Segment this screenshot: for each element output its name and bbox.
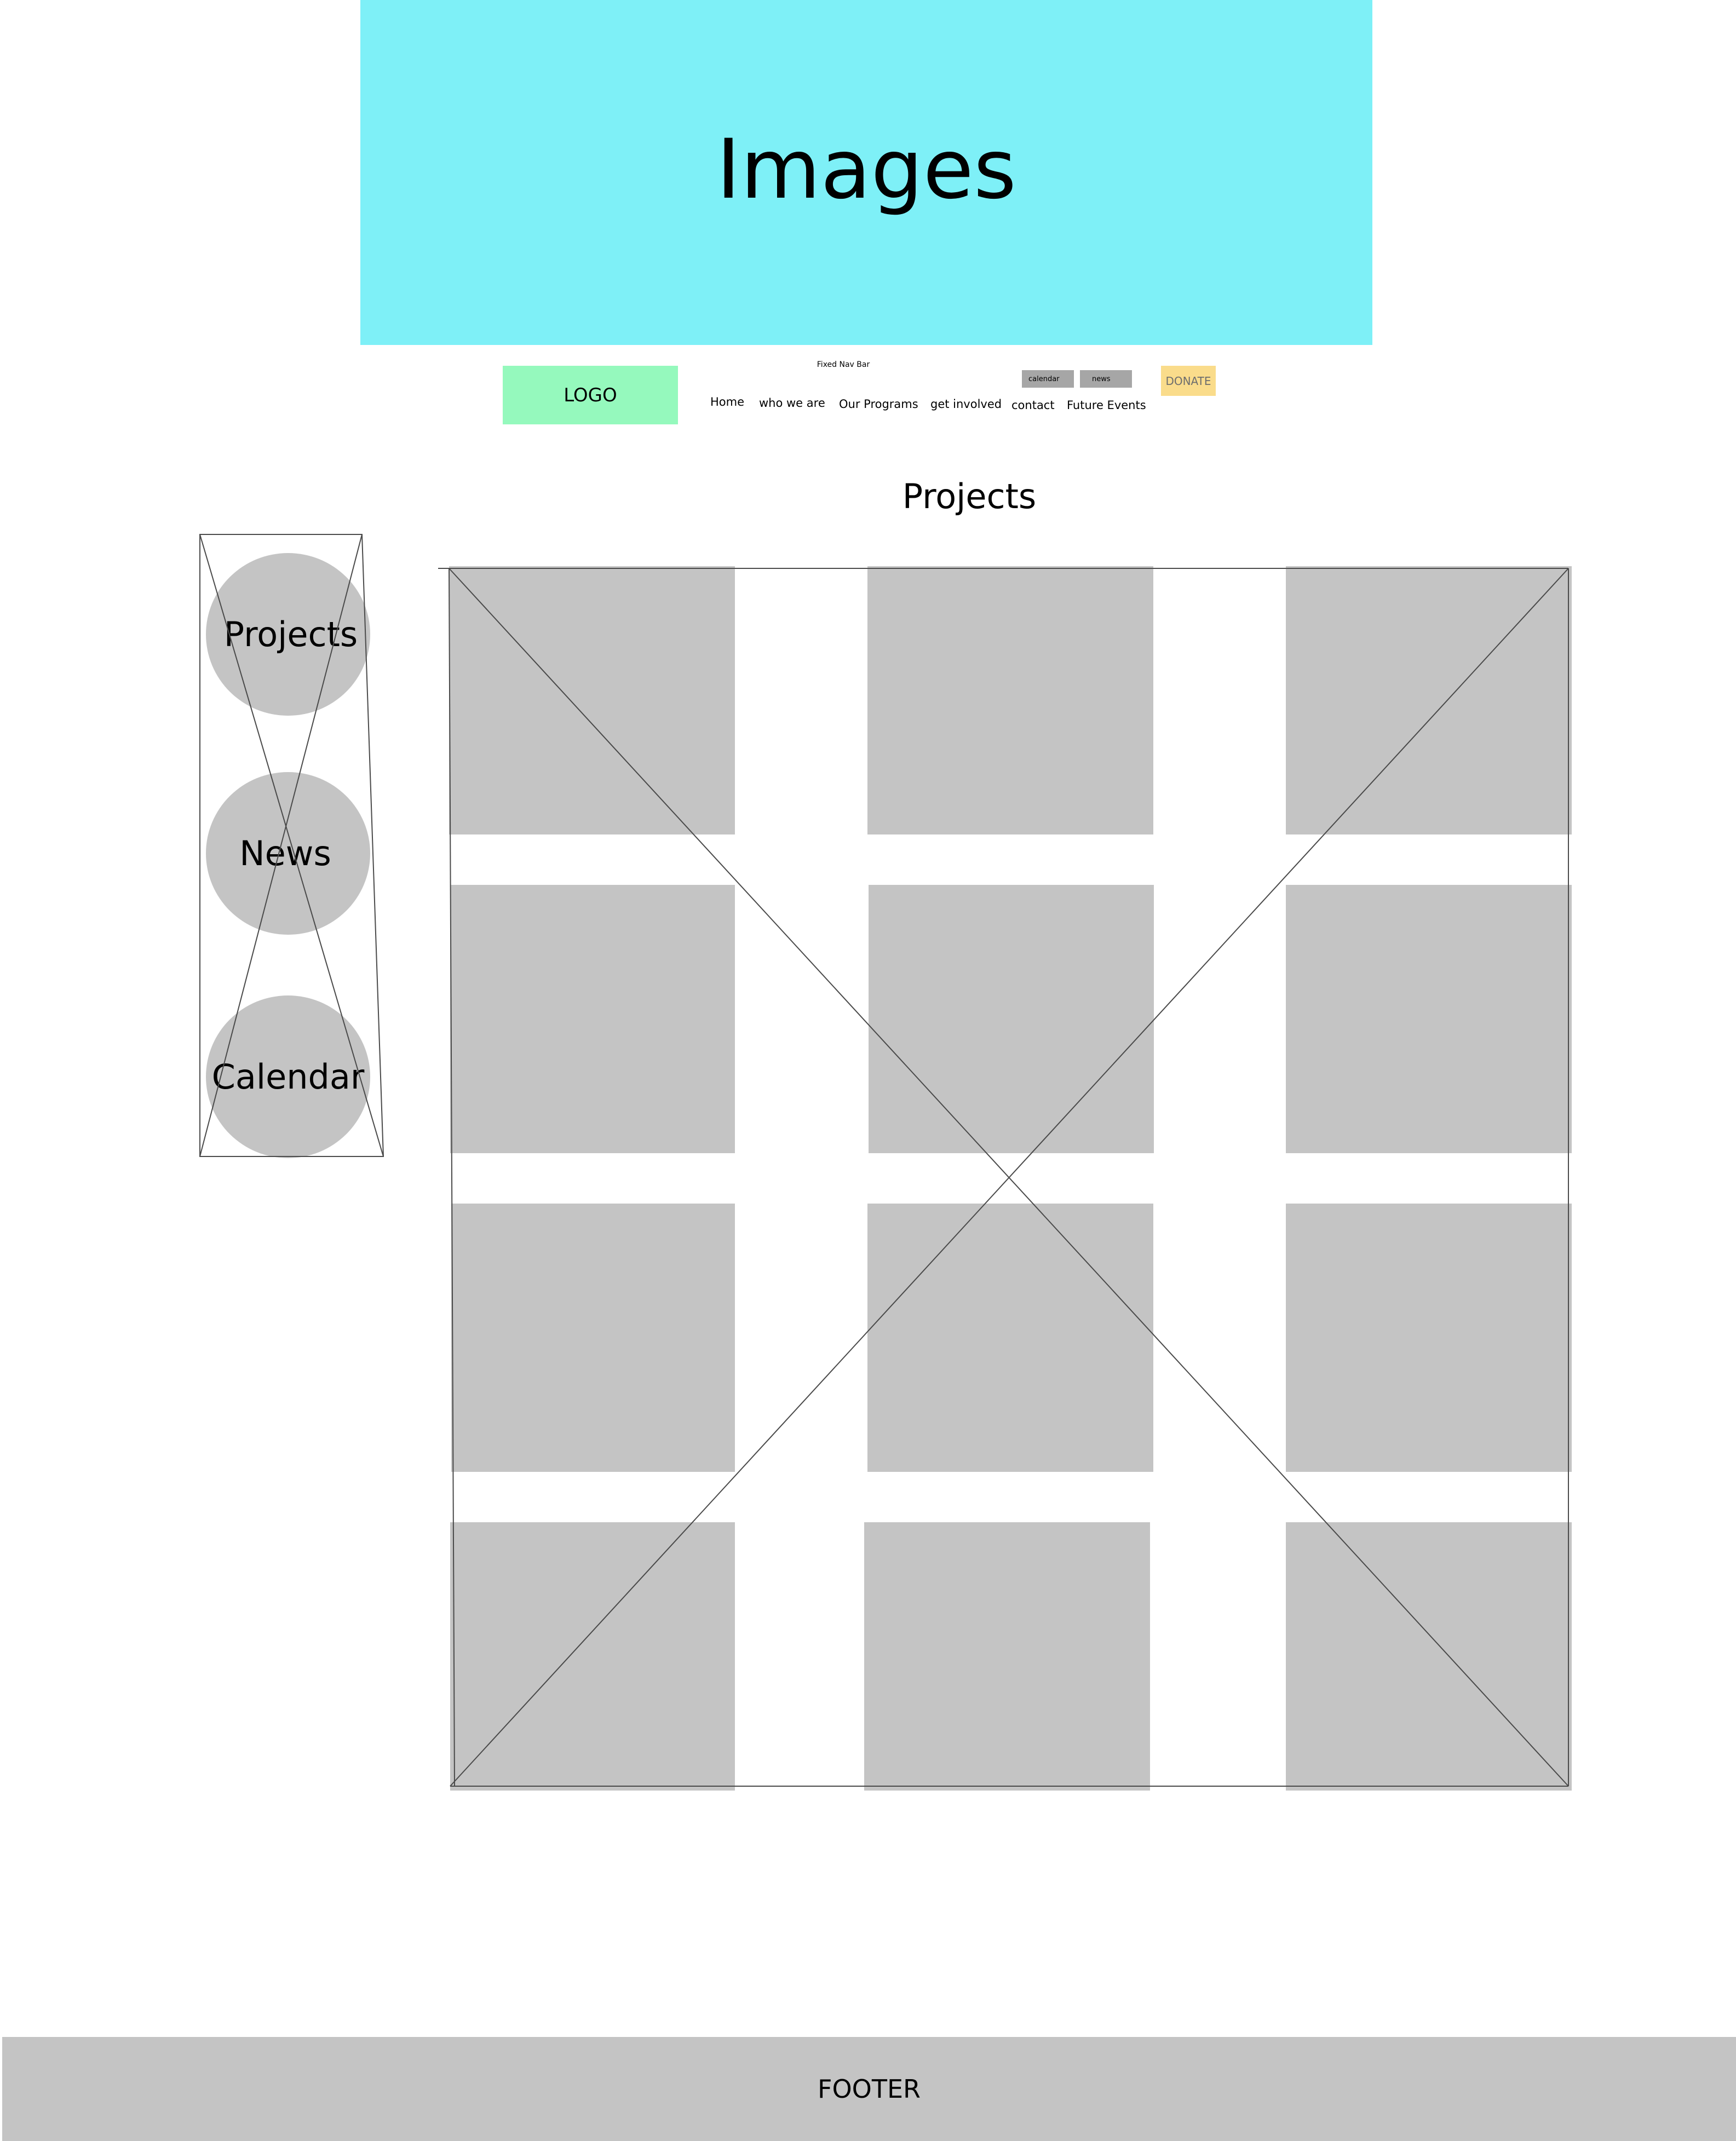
footer-label: FOOTER	[818, 2074, 921, 2104]
nav-bar-caption: Fixed Nav Bar	[817, 360, 870, 369]
page-title: Projects	[902, 476, 1037, 516]
news-button[interactable]: news	[1080, 370, 1132, 388]
project-tile[interactable]	[1286, 885, 1572, 1153]
nav-link-get-involved[interactable]: get involved	[930, 398, 1002, 411]
nav-link-our-programs[interactable]: Our Programs	[839, 398, 918, 411]
side-nav-projects-label: Projects	[223, 614, 358, 654]
nav-link-who-we-are[interactable]: who we are	[759, 396, 825, 410]
side-nav-calendar-label: Calendar	[211, 1057, 365, 1097]
logo[interactable]: LOGO	[503, 366, 678, 424]
project-tile[interactable]	[867, 566, 1153, 834]
project-tile[interactable]	[864, 1522, 1150, 1791]
project-tile[interactable]	[450, 1522, 735, 1791]
donate-button[interactable]: DONATE	[1161, 366, 1216, 396]
side-nav-calendar[interactable]: Calendar	[206, 995, 370, 1158]
project-tile[interactable]	[449, 566, 735, 834]
project-tile[interactable]	[450, 885, 735, 1153]
calendar-button[interactable]: calendar	[1022, 370, 1074, 388]
nav-link-home[interactable]: Home	[710, 395, 744, 408]
project-tile[interactable]	[867, 1204, 1153, 1472]
side-nav-news[interactable]: News	[206, 772, 370, 935]
project-tile[interactable]	[1286, 566, 1572, 834]
side-nav-news-label: News	[239, 833, 331, 873]
hero-title: Images	[716, 122, 1016, 217]
project-tile[interactable]	[1286, 1204, 1572, 1472]
nav-link-future-events[interactable]: Future Events	[1067, 399, 1146, 412]
project-tile[interactable]	[869, 885, 1154, 1153]
nav-link-contact[interactable]: contact	[1011, 399, 1055, 412]
project-tile[interactable]	[451, 1204, 735, 1472]
side-nav-projects[interactable]: Projects	[206, 553, 370, 716]
hero-image-placeholder: Images	[360, 0, 1372, 345]
project-tile[interactable]	[1286, 1522, 1572, 1791]
footer: FOOTER	[2, 2037, 1736, 2141]
